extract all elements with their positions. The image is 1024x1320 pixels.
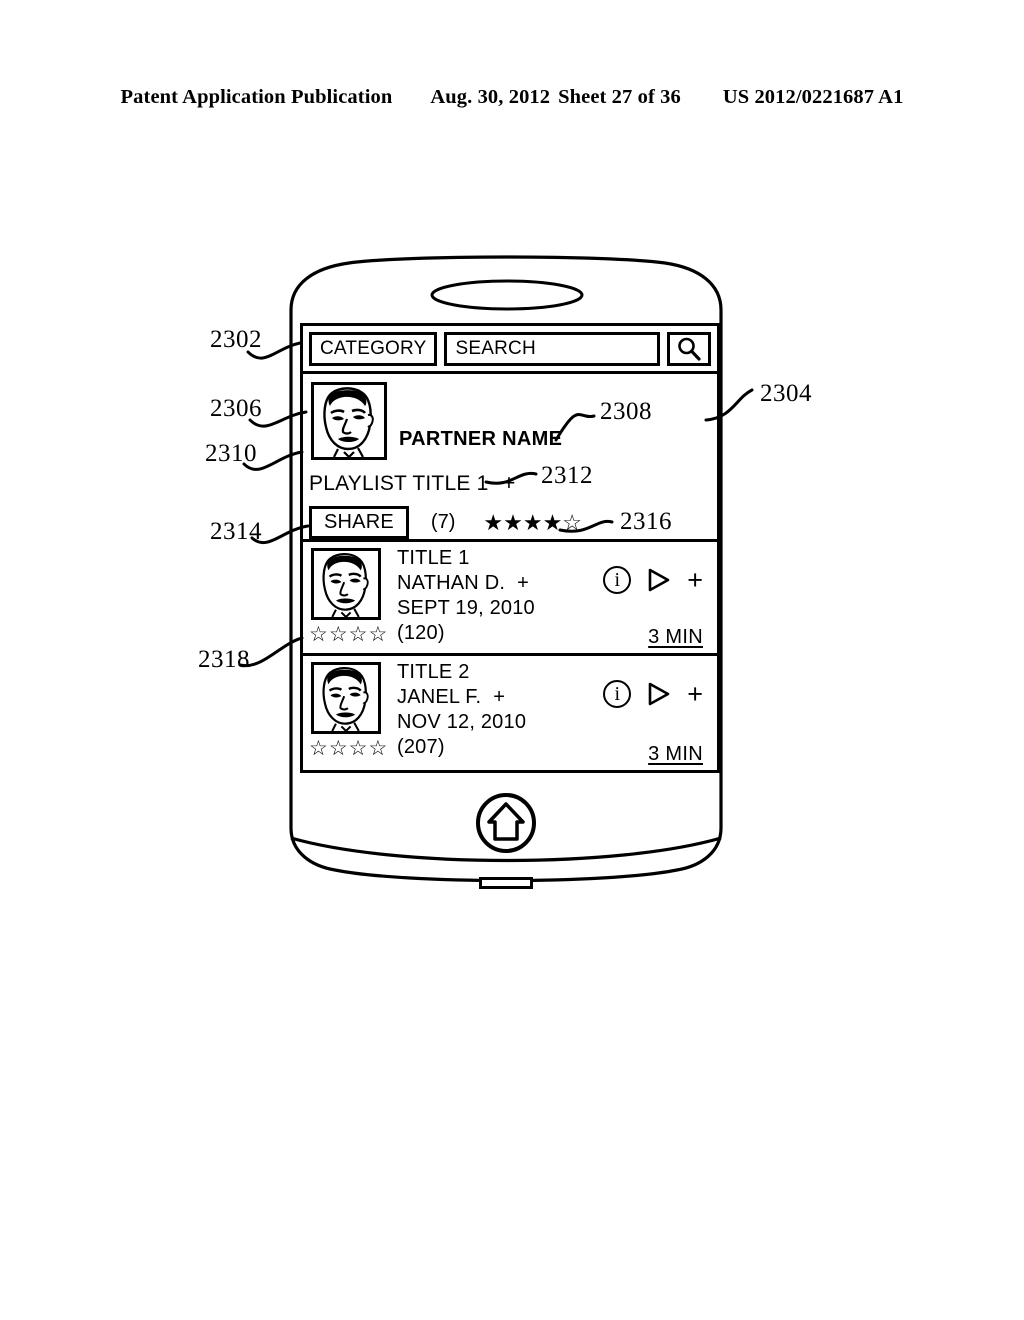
star-empty-icon[interactable]: ☆: [329, 623, 349, 646]
track-thumbnail[interactable]: [311, 548, 381, 620]
search-input[interactable]: SEARCH: [444, 331, 660, 366]
home-button[interactable]: [475, 792, 537, 854]
star-empty-icon[interactable]: ☆: [368, 623, 388, 646]
reference-numeral-2314: 2314: [210, 518, 262, 545]
track-row[interactable]: ☆☆☆☆ TITLE 1 NATHAN D. + SEPT 19, 2010 (1…: [303, 542, 717, 656]
star-empty-icon[interactable]: ☆: [368, 737, 388, 760]
star-empty-icon[interactable]: ☆: [562, 511, 582, 534]
partner-avatar[interactable]: [311, 382, 387, 460]
reference-numeral-2302: 2302: [210, 326, 262, 353]
track-list: ☆☆☆☆ TITLE 1 NATHAN D. + SEPT 19, 2010 (1…: [303, 542, 717, 770]
patent-publication-label: Patent Application Publication: [120, 86, 393, 108]
plus-icon[interactable]: +: [687, 680, 703, 708]
share-count: (7): [430, 511, 456, 533]
track-artist-line: NATHAN D. +: [397, 571, 535, 596]
track-thumbnail[interactable]: [311, 662, 381, 734]
playlist-title-label: PLAYLIST TITLE 1: [309, 472, 489, 495]
track-play-count: (120): [397, 622, 445, 644]
star-empty-icon[interactable]: ☆: [349, 623, 369, 646]
reference-numeral-2312: 2312: [541, 462, 593, 489]
search-button[interactable]: [667, 331, 711, 366]
speaker-grille-icon: [430, 279, 584, 311]
reference-numeral-2318: 2318: [198, 646, 250, 673]
play-icon[interactable]: [647, 567, 671, 593]
track-duration[interactable]: 3 MIN: [648, 626, 703, 649]
share-button[interactable]: SHARE: [309, 506, 409, 539]
patent-header: Patent Application Publication Aug. 30, …: [0, 86, 1024, 109]
track-rating-stars[interactable]: ☆☆☆☆: [309, 738, 388, 759]
track-play-count: (207): [397, 736, 445, 758]
track-actions: i +: [603, 566, 703, 594]
category-button-label: CATEGORY: [320, 337, 427, 359]
playlist-title-row[interactable]: PLAYLIST TITLE 1 +: [309, 470, 516, 496]
star-filled-icon[interactable]: ★: [483, 511, 503, 534]
category-button[interactable]: CATEGORY: [309, 331, 438, 366]
star-empty-icon[interactable]: ☆: [309, 737, 329, 760]
partner-name: PARTNER NAME: [399, 428, 563, 450]
track-title: TITLE 2: [397, 661, 470, 683]
search-bar: CATEGORY SEARCH: [303, 326, 717, 374]
share-button-label: SHARE: [324, 511, 394, 533]
reference-numeral-2306: 2306: [210, 395, 262, 422]
track-artist-add-icon[interactable]: +: [493, 686, 505, 708]
patent-sheet-label: Sheet 27 of 36: [558, 86, 681, 108]
reference-numeral-2316: 2316: [620, 508, 672, 535]
track-artist-line: JANEL F. +: [397, 685, 526, 710]
person-portrait-icon: [314, 551, 378, 619]
track-date: SEPT 19, 2010: [397, 597, 535, 619]
partner-rating-stars[interactable]: ★ ★ ★ ★ ☆: [483, 511, 582, 534]
track-info: TITLE 2 JANEL F. + NOV 12, 2010 (207): [397, 660, 526, 760]
patent-date-label: Aug. 30, 2012: [430, 86, 551, 108]
track-artist: JANEL F.: [397, 686, 482, 708]
play-icon[interactable]: [647, 681, 671, 707]
track-rating-stars[interactable]: ☆☆☆☆: [309, 624, 388, 645]
person-portrait-icon: [314, 385, 384, 459]
magnifier-icon: [678, 337, 701, 361]
track-title: TITLE 1: [397, 547, 470, 569]
track-actions: i +: [603, 680, 703, 708]
track-artist: NATHAN D.: [397, 572, 506, 594]
track-artist-add-icon[interactable]: +: [517, 572, 529, 594]
patent-number-label: US 2012/0221687 A1: [722, 86, 904, 108]
share-row: SHARE (7) ★ ★ ★ ★ ☆: [309, 506, 582, 539]
reference-numeral-2310: 2310: [205, 440, 257, 467]
star-filled-icon[interactable]: ★: [543, 511, 563, 534]
track-date: NOV 12, 2010: [397, 711, 527, 733]
info-icon[interactable]: i: [603, 680, 632, 708]
track-info: TITLE 1 NATHAN D. + SEPT 19, 2010 (120): [397, 546, 535, 646]
star-empty-icon[interactable]: ☆: [329, 737, 349, 760]
phone-screen: CATEGORY SEARCH PARTNER NAME PLAYLIST TI…: [300, 323, 720, 773]
star-empty-icon[interactable]: ☆: [309, 623, 329, 646]
reference-numeral-2304: 2304: [760, 380, 812, 407]
reference-numeral-2308: 2308: [600, 398, 652, 425]
star-empty-icon[interactable]: ☆: [349, 737, 369, 760]
info-icon[interactable]: i: [603, 566, 632, 594]
playlist-add-icon[interactable]: +: [502, 470, 515, 496]
track-duration[interactable]: 3 MIN: [648, 743, 703, 766]
port-slot-icon: [479, 877, 533, 889]
star-filled-icon[interactable]: ★: [503, 511, 523, 534]
plus-icon[interactable]: +: [687, 566, 703, 594]
track-row[interactable]: ☆☆☆☆ TITLE 2 JANEL F. + NOV 12, 2010 (207…: [303, 656, 717, 770]
star-filled-icon[interactable]: ★: [523, 511, 543, 534]
person-portrait-icon: [314, 665, 378, 733]
